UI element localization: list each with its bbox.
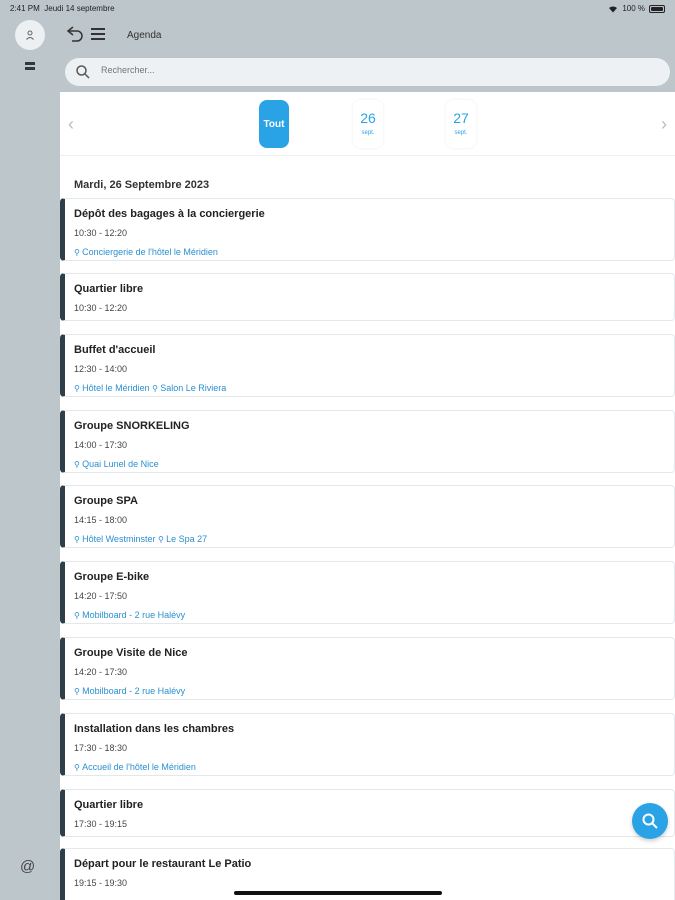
day-filter-all[interactable]: Tout [259,100,289,148]
event-title: Départ pour le restaurant Le Patio [74,858,252,870]
event-location[interactable]: Hôtel le Méridien [82,383,150,393]
agenda-menu-icon[interactable] [25,62,35,72]
event-location[interactable]: Le Spa 27 [166,534,207,544]
back-icon[interactable] [66,24,84,42]
event-time: 17:30 - 18:30 [74,743,128,753]
day-month: sept. [361,130,375,136]
avatar[interactable] [15,20,45,50]
event-card[interactable]: Dépôt des bagages à la conciergerie 10:30… [60,198,675,261]
event-card[interactable]: Groupe SPA 14:15 - 18:00 ⚲ Hôtel Westminst… [60,485,675,548]
user-icon [26,30,34,40]
event-time: 14:15 - 18:00 [74,515,128,525]
search-icon [76,65,90,79]
day-filter-27[interactable]: 27 sept. [446,100,476,148]
event-locations: ⚲ Quai Lunel de Nice [74,459,159,469]
event-locations: ⚲ Hôtel le Méridien ⚲ Salon Le Riviera [74,383,226,393]
event-title: Quartier libre [74,799,144,811]
wifi-icon [609,5,618,12]
event-time: 12:30 - 14:00 [74,364,128,374]
location-pin-icon: ⚲ [74,763,83,772]
search-input[interactable] [101,65,601,75]
event-card[interactable]: Installation dans les chambres 17:30 - 18… [60,713,675,776]
event-location[interactable]: Quai Lunel de Nice [82,459,159,469]
event-locations: ⚲ Accueil de l'hôtel le Méridien [74,762,196,772]
status-time: 2:41 PM [10,4,40,13]
search-icon [642,813,658,829]
home-indicator [234,891,442,895]
event-title: Groupe Visite de Nice [74,647,188,659]
location-pin-icon: ⚲ [74,687,83,696]
agenda-panel: ‹ Tout 26 sept. 27 sept. › Mardi, 26 Sep… [60,92,675,900]
location-pin-icon: ⚲ [74,248,83,257]
event-card[interactable]: Groupe SNORKELING 14:00 - 17:30 ⚲ Quai Lun… [60,410,675,473]
event-card[interactable]: Quartier libre 17:30 - 19:15 [60,789,675,837]
event-title: Groupe SNORKELING [74,420,190,432]
event-time: 10:30 - 12:20 [74,228,128,238]
day-filter-26[interactable]: 26 sept. [353,100,383,148]
event-location[interactable]: Hôtel Westminster [82,534,155,544]
event-time: 19:15 - 19:30 [74,878,128,888]
event-location[interactable]: Salon Le Riviera [160,383,226,393]
event-card[interactable]: Groupe E-bike 14:20 - 17:50 ⚲ Mobilboard -… [60,561,675,624]
event-title: Quartier libre [74,283,144,295]
search-bar[interactable] [65,58,670,86]
event-locations: ⚲ Mobilboard - 2 rue Halévy [74,686,185,696]
location-pin-icon: ⚲ [157,535,167,544]
location-pin-icon: ⚲ [74,535,83,544]
event-time: 17:30 - 19:15 [74,819,128,829]
location-pin-icon: ⚲ [74,611,83,620]
event-title: Groupe E-bike [74,571,150,583]
day-number: 26 [360,110,376,126]
event-location[interactable]: Mobilboard - 2 rue Halévy [82,686,185,696]
event-title: Buffet d'accueil [74,344,156,356]
toolbar: Agenda [60,16,675,54]
status-right: 100 % [608,4,665,13]
day-number: 27 [453,110,469,126]
event-locations: ⚲ Hôtel Westminster ⚲ Le Spa 27 [74,534,207,544]
event-time: 14:20 - 17:50 [74,591,128,601]
event-location[interactable]: Accueil de l'hôtel le Méridien [82,762,196,772]
event-card[interactable]: Groupe Visite de Nice 14:20 - 17:30 ⚲ Mobi… [60,637,675,700]
location-pin-icon: ⚲ [74,384,83,393]
event-time: 14:20 - 17:30 [74,667,128,677]
event-title: Installation dans les chambres [74,723,235,735]
event-locations: ⚲ Conciergerie de l'hôtel le Méridien [74,247,218,257]
menu-icon[interactable] [91,28,105,40]
status-bar: 2:41 PM Jeudi 14 septembre 100 % [0,0,675,16]
location-pin-icon: ⚲ [74,460,83,469]
date-strip: ‹ Tout 26 sept. 27 sept. › [60,92,675,156]
event-location[interactable]: Conciergerie de l'hôtel le Méridien [82,247,218,257]
event-title: Dépôt des bagages à la conciergerie [74,208,265,220]
event-locations: ⚲ Mobilboard - 2 rue Halévy [74,610,185,620]
chevron-right-icon[interactable]: › [661,114,667,135]
event-title: Groupe SPA [74,495,138,507]
battery-icon [649,4,665,13]
side-rail: @ [0,16,60,900]
status-date: Jeudi 14 septembre [44,4,115,13]
search-fab-button[interactable] [632,803,668,839]
status-time-date: 2:41 PM Jeudi 14 septembre [10,4,115,13]
battery-level: 100 % [622,4,645,13]
event-card[interactable]: Buffet d'accueil 12:30 - 14:00 ⚲ Hôtel le … [60,334,675,397]
day-month: sept. [454,130,468,136]
event-time: 14:00 - 17:30 [74,440,128,450]
event-time: 10:30 - 12:20 [74,303,128,313]
event-location[interactable]: Mobilboard - 2 rue Halévy [82,610,185,620]
section-date-title: Mardi, 26 Septembre 2023 [74,179,210,191]
at-icon[interactable]: @ [20,858,35,875]
page-title: Agenda [127,30,162,41]
chevron-left-icon[interactable]: ‹ [68,114,74,135]
event-card[interactable]: Quartier libre 10:30 - 12:20 [60,273,675,321]
